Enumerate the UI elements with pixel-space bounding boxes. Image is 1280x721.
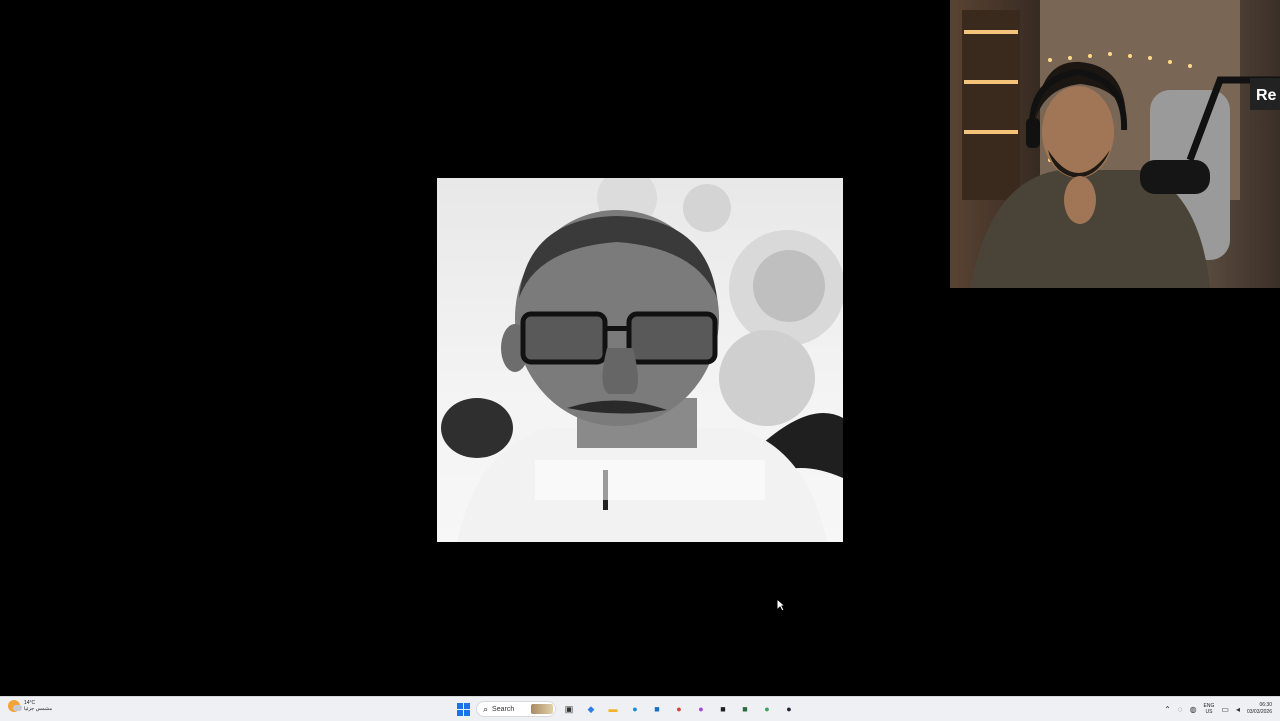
shelf-unit (962, 10, 1020, 200)
flower-top-right (683, 184, 731, 232)
system-tray: ⌃ ◌ ◍ ENG US ▭ ◂ 06:30 03/03/2026 (1164, 699, 1272, 719)
mouse-pointer-icon (776, 598, 786, 612)
weather-text: 14°C مشمس جزئيا (24, 700, 52, 712)
file-explorer-icon[interactable]: ▬ (604, 700, 622, 718)
sunflower-center (753, 250, 825, 322)
clock[interactable]: 06:30 03/03/2026 (1247, 702, 1272, 716)
raised-hand (1064, 176, 1096, 224)
shelf-light-2 (964, 80, 1018, 84)
shelf-light-3 (964, 130, 1018, 134)
messenger-icon[interactable]: ● (692, 700, 710, 718)
network-off-icon[interactable]: ◌ (1178, 705, 1183, 714)
chrome-red-icon[interactable]: ● (670, 700, 688, 718)
chrome-icon[interactable]: ● (758, 700, 776, 718)
search-icon: ⌕ (483, 703, 489, 714)
task-view-icon[interactable]: ▣ (560, 700, 578, 718)
clock-date: 03/03/2026 (1246, 709, 1272, 715)
shelf-light-1 (964, 30, 1018, 34)
glasses-right-lens (626, 311, 718, 365)
microphone-icon[interactable]: ◍ (1190, 705, 1197, 714)
search-input[interactable]: ⌕ Search (476, 701, 556, 717)
webcam-scene: Re (962, 0, 1280, 288)
webcam-overlay[interactable]: Re (950, 0, 1280, 288)
clock-time: 06:30 (1259, 702, 1272, 708)
language-indicator[interactable]: ENG US (1204, 703, 1215, 715)
main-video-frame[interactable] (437, 178, 843, 542)
nose (602, 348, 638, 394)
taskbar-apps: ⌕ Search ▣ ◆ ▬ ● ■ ● ● ■ ■ ● ● (454, 699, 798, 719)
partly-sunny-icon (8, 700, 22, 712)
desktop: Re (0, 0, 1280, 696)
chevron-up-icon[interactable]: ⌃ (1164, 705, 1171, 714)
microphone (1140, 160, 1210, 194)
weather-widget[interactable]: 14°C مشمس جزئيا (8, 700, 52, 712)
start-icon[interactable] (454, 700, 472, 718)
dark-app-icon[interactable]: ■ (714, 700, 732, 718)
badge-partial-text: Re (1256, 87, 1277, 104)
display-icon[interactable]: ▭ (1221, 705, 1229, 714)
glasses-left-lens (520, 311, 608, 365)
copilot-icon[interactable]: ◆ (582, 700, 600, 718)
weather-condition: مشمس جزئيا (24, 706, 53, 712)
dark-leaves-left (441, 398, 513, 458)
video-scene (441, 178, 843, 542)
search-label: Search (492, 705, 515, 713)
edge-icon[interactable]: ● (626, 700, 644, 718)
language-bottom: US (1205, 709, 1213, 715)
glasses-bridge (603, 326, 631, 331)
headphone-left-cup (1026, 118, 1040, 148)
flower-back (719, 330, 815, 426)
store-icon[interactable]: ■ (648, 700, 666, 718)
terminal-icon[interactable]: ■ (736, 700, 754, 718)
volume-icon[interactable]: ◂ (1236, 705, 1240, 714)
blurred-caption-overlay (535, 460, 765, 500)
search-highlight-image (531, 704, 553, 714)
steam-icon[interactable]: ● (780, 700, 798, 718)
face (1042, 86, 1114, 178)
taskbar: 14°C مشمس جزئيا ⌕ Search ▣ ◆ ▬ ● ■ ● ● ■… (0, 696, 1280, 721)
